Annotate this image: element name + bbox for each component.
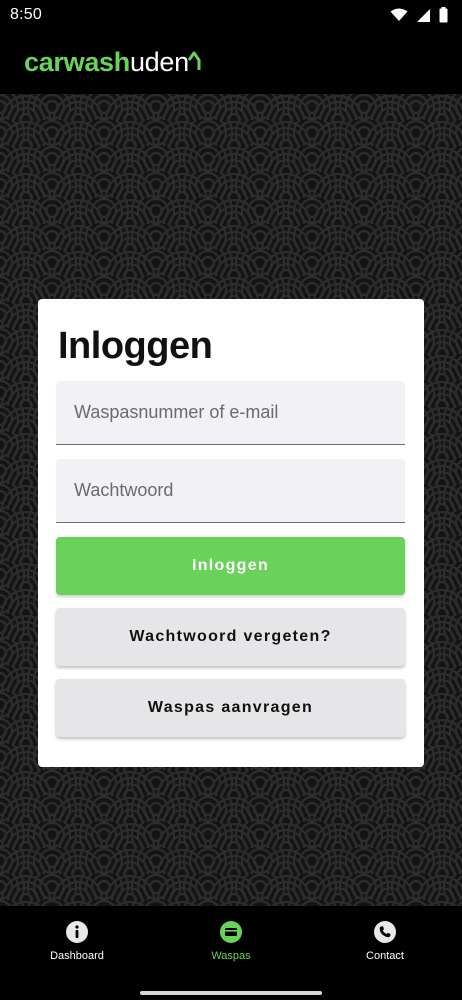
nav-item-contact[interactable]: Contact	[308, 920, 462, 962]
login-card: Inloggen Inloggen Wachtwoord vergeten? W…	[38, 299, 424, 767]
forgot-password-button[interactable]: Wachtwoord vergeten?	[56, 608, 405, 666]
logo-arrow-icon	[187, 51, 201, 70]
email-input[interactable]	[56, 381, 405, 444]
status-bar: 8:50	[0, 0, 462, 30]
status-time: 8:50	[10, 6, 42, 23]
status-icons	[390, 7, 448, 23]
nav-item-dashboard[interactable]: Dashboard	[0, 920, 154, 962]
carwashuden-logo: carwash uden	[24, 47, 201, 78]
nav-label-contact: Contact	[366, 950, 404, 962]
signal-icon	[417, 8, 430, 22]
nav-item-waspas[interactable]: Waspas	[154, 920, 308, 962]
logo-text-carwash: carwash	[24, 46, 130, 77]
password-input[interactable]	[56, 459, 405, 522]
login-button[interactable]: Inloggen	[56, 537, 405, 595]
email-field[interactable]	[56, 381, 405, 445]
login-title: Inloggen	[58, 325, 213, 367]
app-header: carwash uden	[0, 30, 462, 94]
home-indicator	[140, 991, 322, 995]
request-waspas-button[interactable]: Waspas aanvragen	[56, 679, 405, 737]
nav-label-dashboard: Dashboard	[50, 950, 104, 962]
battery-icon	[439, 7, 448, 23]
logo-text-uden: uden	[129, 46, 189, 77]
wifi-icon	[390, 8, 408, 21]
card-icon	[219, 920, 243, 944]
bottom-navigation: Dashboard Waspas Contact	[0, 906, 462, 1000]
phone-icon	[373, 920, 397, 944]
nav-label-waspas: Waspas	[211, 950, 251, 962]
info-icon	[65, 920, 89, 944]
password-field[interactable]	[56, 459, 405, 523]
